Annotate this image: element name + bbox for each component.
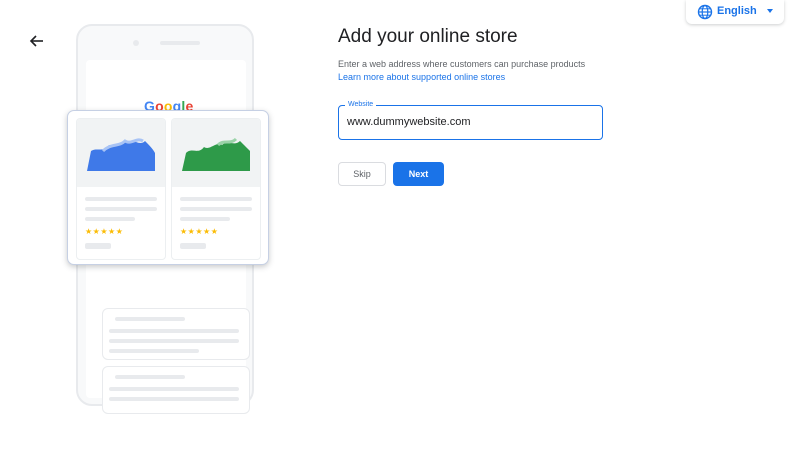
- website-field: Website: [338, 100, 603, 140]
- product-image: [77, 119, 165, 187]
- learn-more-link[interactable]: Learn more about supported online stores: [338, 72, 505, 82]
- illustration-result: [102, 308, 250, 360]
- website-field-label: Website: [345, 100, 377, 110]
- caret-down-icon: [767, 9, 773, 13]
- phone-speaker: [160, 41, 200, 45]
- skip-button[interactable]: Skip: [338, 162, 386, 186]
- language-selector[interactable]: English: [686, 0, 784, 24]
- language-label: English: [717, 5, 757, 17]
- rating-stars: ★★★★★: [85, 227, 124, 236]
- product-card-illustration: ★★★★★ ★★★★★: [67, 110, 269, 265]
- page-title: Add your online store: [338, 26, 518, 47]
- page-description: Enter a web address where customers can …: [338, 59, 586, 69]
- phone-camera: [133, 40, 139, 46]
- product-tile: ★★★★★: [171, 118, 261, 260]
- next-button[interactable]: Next: [393, 162, 444, 186]
- website-input[interactable]: [347, 113, 592, 131]
- green-wave-icon: [182, 137, 250, 171]
- arrow-left-icon[interactable]: [28, 32, 46, 50]
- blue-wave-icon: [87, 138, 155, 171]
- product-image: [172, 119, 260, 187]
- product-tile: ★★★★★: [76, 118, 166, 260]
- globe-icon: [697, 4, 713, 20]
- illustration-result: [102, 366, 250, 414]
- rating-stars: ★★★★★: [180, 227, 219, 236]
